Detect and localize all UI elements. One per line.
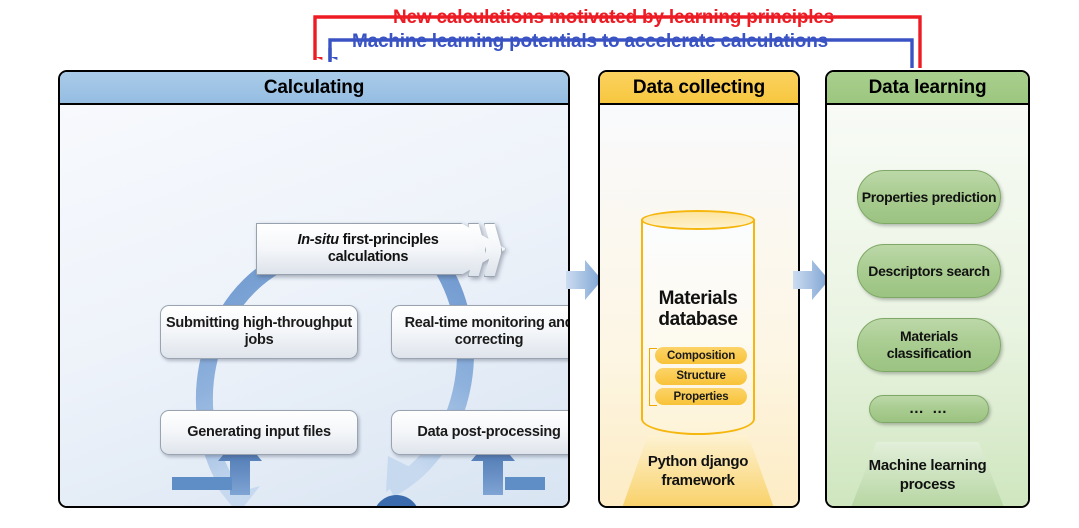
user-head-icon <box>373 495 420 506</box>
database-tag[interactable]: Properties <box>655 388 747 405</box>
learning-item-materials-classification[interactable]: Materials classification <box>857 318 1001 372</box>
learning-item-more[interactable]: … … <box>869 395 989 423</box>
panel-data-learning-body: Properties prediction Descriptors search… <box>827 105 1028 506</box>
panel-data-learning[interactable]: Data learning Properties prediction Desc… <box>825 70 1030 508</box>
database-cylinder-top-icon <box>641 210 755 230</box>
workflow-diagram: New calculations motivated by learning p… <box>0 0 1079 528</box>
materials-database-cylinder[interactable]: Materials database Composition Structure… <box>641 210 755 435</box>
user-avatar: USER <box>343 495 449 506</box>
panel-calculating-body: In-situ first-principles calculations Su… <box>60 105 568 506</box>
arrow-calculating-to-collecting <box>566 260 602 300</box>
panel-data-learning-title: Data learning <box>868 76 987 98</box>
python-django-framework-label: Python django framework <box>622 435 774 506</box>
panel-data-learning-header: Data learning <box>827 72 1028 105</box>
arrow-collecting-to-learning <box>793 260 829 300</box>
process-box-realtime-monitoring[interactable]: Real-time monitoring and correcting <box>391 305 568 359</box>
process-box-submit-jobs[interactable]: Submitting high-throughput jobs <box>160 305 358 359</box>
panel-calculating-title: Calculating <box>263 76 365 98</box>
learning-item-properties-prediction[interactable]: Properties prediction <box>857 170 1001 224</box>
process-box-data-post-processing[interactable]: Data post-processing <box>391 410 568 455</box>
process-box-generating-input-files[interactable]: Generating input files <box>160 410 358 455</box>
database-tag[interactable]: Composition <box>655 347 747 364</box>
panel-data-collecting-title: Data collecting <box>632 76 766 98</box>
banner-label: In-situ first-principles calculations <box>270 223 466 275</box>
feedback-label-red: New calculations motivated by learning p… <box>393 7 835 28</box>
learning-item-descriptors-search[interactable]: Descriptors search <box>857 244 1001 298</box>
database-tag-list: Composition Structure Properties <box>655 347 747 409</box>
database-title: Materials database <box>658 288 738 331</box>
panel-data-collecting-header: Data collecting <box>600 72 798 105</box>
machine-learning-process-label: Machine learning process <box>850 442 1005 506</box>
panel-calculating[interactable]: Calculating In-situ first-principles cal… <box>58 70 570 508</box>
banner-rest: first-principles calculations <box>327 231 439 265</box>
panel-data-collecting[interactable]: Data collecting Materials database Compo… <box>598 70 800 508</box>
banner-emphasis: In-situ <box>297 231 339 248</box>
panel-data-collecting-body: Materials database Composition Structure… <box>600 105 798 506</box>
feedback-label-blue: Machine learning potentials to accelerat… <box>352 31 828 52</box>
panel-calculating-header: Calculating <box>60 72 568 105</box>
process-banner-insitu[interactable]: In-situ first-principles calculations <box>256 223 506 277</box>
database-tag[interactable]: Structure <box>655 367 747 385</box>
